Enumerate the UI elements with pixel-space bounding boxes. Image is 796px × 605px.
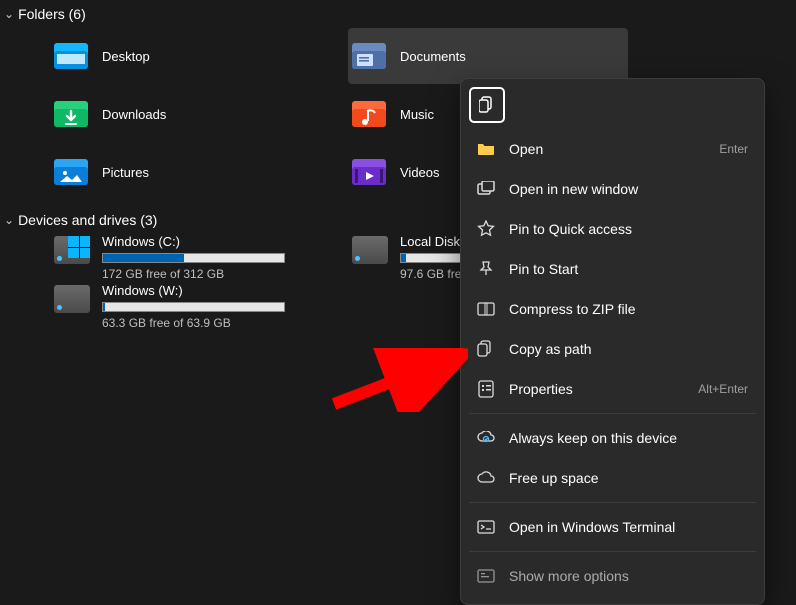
star-icon [477, 220, 495, 238]
folder-label: Music [400, 107, 434, 122]
drive-item-w[interactable]: Windows (W:) 63.3 GB free of 63.9 GB [50, 283, 330, 330]
ctx-label: Open in new window [509, 181, 638, 197]
music-folder-icon [352, 99, 386, 129]
usage-bar [102, 302, 285, 312]
copy-path-icon [477, 340, 495, 358]
drive-name: Windows (C:) [102, 234, 326, 249]
folders-section-title: Folders (6) [18, 6, 86, 22]
ctx-pin-quick-access[interactable]: Pin to Quick access [469, 209, 756, 249]
drive-info: Windows (C:) 172 GB free of 312 GB [102, 234, 326, 281]
ctx-open[interactable]: Open Enter [469, 129, 756, 169]
folder-item-downloads[interactable]: Downloads [50, 86, 330, 142]
context-menu: Open Enter Open in new window Pin to Qui… [460, 78, 765, 605]
open-folder-icon [477, 140, 495, 158]
zip-icon [477, 300, 495, 318]
drive-free: 172 GB free of 312 GB [102, 267, 326, 281]
windows-logo-icon [68, 236, 90, 258]
pictures-folder-icon [54, 157, 88, 187]
pin-icon [477, 260, 495, 278]
drive-info: Windows (W:) 63.3 GB free of 63.9 GB [102, 283, 326, 330]
ctx-shortcut: Enter [719, 142, 748, 156]
ctx-label: Compress to ZIP file [509, 301, 636, 317]
new-window-icon [477, 180, 495, 198]
drive-icon [54, 236, 90, 264]
cloud-sync-icon [477, 429, 495, 447]
ctx-label: Properties [509, 381, 573, 397]
ctx-open-terminal[interactable]: Open in Windows Terminal [469, 507, 756, 547]
chevron-down-icon: ⌄ [4, 213, 14, 227]
cloud-icon [477, 469, 495, 487]
ctx-label: Pin to Start [509, 261, 578, 277]
folder-item-pictures[interactable]: Pictures [50, 144, 330, 200]
drive-free: 63.3 GB free of 63.9 GB [102, 316, 326, 330]
ctx-label: Show more options [509, 568, 629, 584]
ctx-label: Open [509, 141, 543, 157]
drives-section-title: Devices and drives (3) [18, 212, 157, 228]
ctx-copy-path[interactable]: Copy as path [469, 329, 756, 369]
chevron-down-icon: ⌄ [4, 7, 14, 21]
drive-icon [352, 236, 388, 264]
documents-folder-icon [352, 41, 386, 71]
separator [469, 502, 756, 503]
folder-item-desktop[interactable]: Desktop [50, 28, 330, 84]
ctx-pin-start[interactable]: Pin to Start [469, 249, 756, 289]
desktop-folder-icon [54, 41, 88, 71]
folder-item-documents[interactable]: Documents [348, 28, 628, 84]
folder-label: Pictures [102, 165, 149, 180]
usage-bar [102, 253, 285, 263]
ctx-open-new-window[interactable]: Open in new window [469, 169, 756, 209]
folder-label: Documents [400, 49, 466, 64]
ctx-label: Always keep on this device [509, 430, 677, 446]
folder-label: Downloads [102, 107, 166, 122]
ctx-label: Free up space [509, 470, 599, 486]
ctx-free-space[interactable]: Free up space [469, 458, 756, 498]
ctx-properties[interactable]: Properties Alt+Enter [469, 369, 756, 409]
ctx-show-more[interactable]: Show more options [469, 556, 756, 596]
ctx-label: Pin to Quick access [509, 221, 632, 237]
ctx-label: Open in Windows Terminal [509, 519, 675, 535]
downloads-folder-icon [54, 99, 88, 129]
folder-label: Videos [400, 165, 440, 180]
folder-label: Desktop [102, 49, 150, 64]
drive-icon [54, 285, 90, 313]
properties-icon [477, 380, 495, 398]
context-menu-top-row [469, 87, 756, 129]
ctx-label: Copy as path [509, 341, 592, 357]
separator [469, 551, 756, 552]
separator [469, 413, 756, 414]
copy-button[interactable] [469, 87, 505, 123]
annotation-arrow-icon [328, 348, 468, 412]
ctx-always-keep[interactable]: Always keep on this device [469, 418, 756, 458]
drive-name: Windows (W:) [102, 283, 326, 298]
ctx-compress-zip[interactable]: Compress to ZIP file [469, 289, 756, 329]
copy-icon [479, 96, 495, 114]
folders-section-header[interactable]: ⌄ Folders (6) [0, 0, 796, 28]
ctx-shortcut: Alt+Enter [698, 382, 748, 396]
videos-folder-icon [352, 157, 386, 187]
terminal-icon [477, 518, 495, 536]
drive-item-c[interactable]: Windows (C:) 172 GB free of 312 GB [50, 234, 330, 281]
